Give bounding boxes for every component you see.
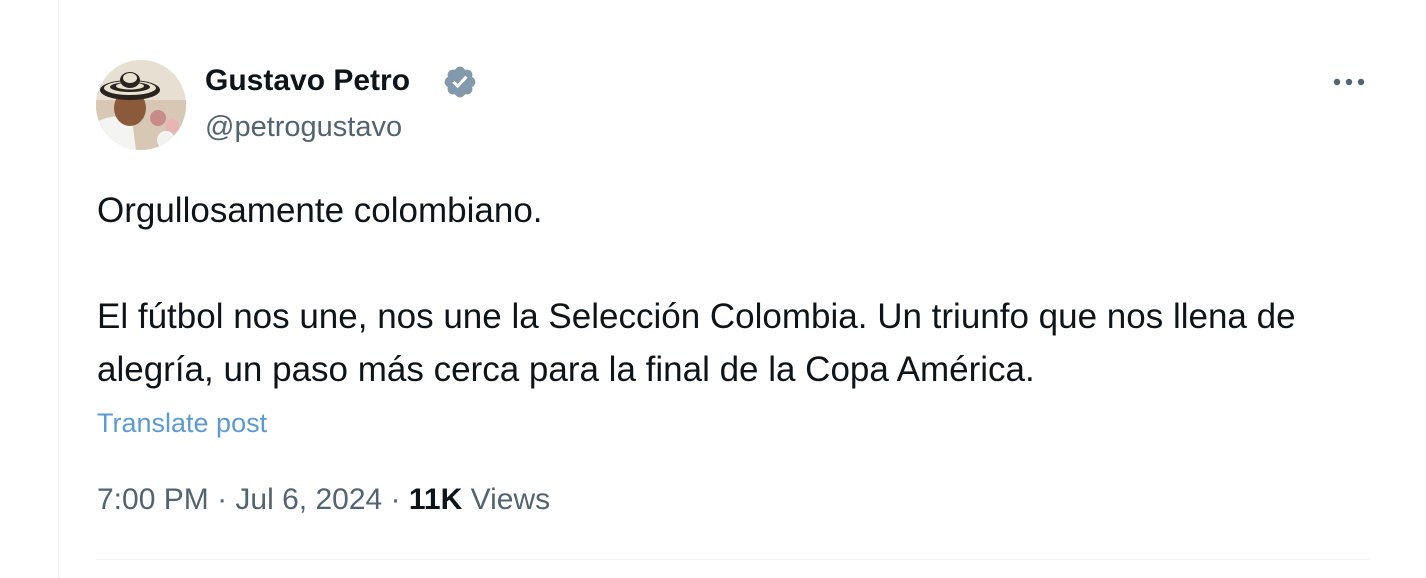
divider <box>96 559 1370 560</box>
translate-post-link[interactable]: Translate post <box>97 404 267 442</box>
post-date[interactable]: Jul 6, 2024 <box>235 483 382 516</box>
post-paragraph: Orgullosamente colombiano. <box>97 191 543 230</box>
post-card: Gustavo Petro @petrogustavo Orgullosamen… <box>0 0 1426 578</box>
verified-icon[interactable] <box>442 64 478 100</box>
meta-separator: · <box>390 483 401 516</box>
post-text: Orgullosamente colombiano. El fútbol nos… <box>97 184 1347 396</box>
post-paragraph: El fútbol nos une, nos une la Selección … <box>97 297 1296 389</box>
column-border <box>58 0 59 578</box>
views-label: Views <box>470 483 551 516</box>
post-time[interactable]: 7:00 PM <box>97 483 209 516</box>
avatar[interactable] <box>96 60 186 150</box>
post-meta: 7:00 PM · Jul 6, 2024 · 11K Views <box>97 480 550 520</box>
author-display-name[interactable]: Gustavo Petro <box>205 62 410 100</box>
author-handle[interactable]: @petrogustavo <box>205 108 402 146</box>
views-count: 11K <box>408 483 463 516</box>
more-button[interactable] <box>1326 64 1372 100</box>
more-horizontal-icon <box>1333 78 1365 86</box>
meta-separator: · <box>217 483 228 516</box>
